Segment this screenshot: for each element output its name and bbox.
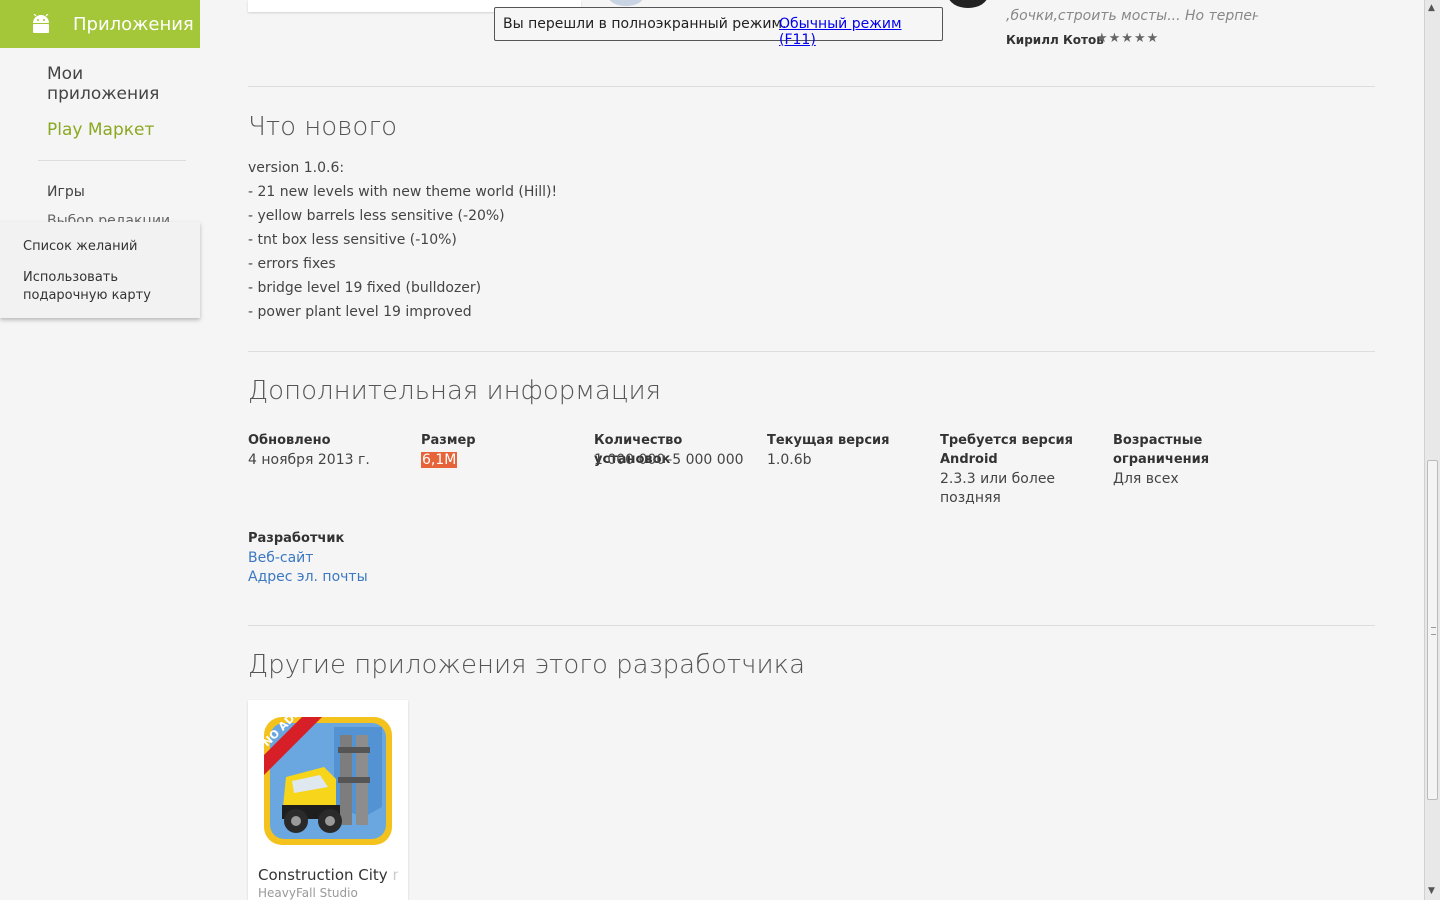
- menu-item-redeem-gift-card[interactable]: Использовать подарочную карту: [23, 269, 183, 305]
- app-card-title-text: Construction City: [258, 866, 388, 884]
- sidebar-nav: Мои приложения Play Маркет Игры Выбор ре…: [0, 48, 200, 228]
- scroll-up-arrow-icon[interactable]: ▲: [1428, 3, 1435, 13]
- content-rating-label: Возрастные ограничения: [1113, 433, 1210, 467]
- developer-label: Разработчик: [248, 531, 345, 546]
- size-value-text: 6,1M: [421, 452, 458, 468]
- requires-android-value: 2.3.3 или более поздняя: [940, 471, 1056, 506]
- whats-new-line: - 21 new levels with new theme world (Hi…: [248, 184, 558, 200]
- updated-value: 4 ноября 2013 г.: [248, 452, 370, 468]
- sidebar-header-apps[interactable]: Приложения: [0, 0, 200, 48]
- developer-website-link[interactable]: Веб-сайт: [248, 550, 313, 566]
- sidebar-dropdown-menu: Список желаний Использовать подарочную к…: [0, 222, 200, 318]
- sidebar-header-title: Приложения: [73, 14, 194, 35]
- app-card-developer[interactable]: HeavyFall Studio: [258, 886, 358, 900]
- whats-new-line: - power plant level 19 improved: [248, 304, 472, 320]
- app-card[interactable]: NO ADS Construction City no HeavyFall St…: [248, 700, 408, 900]
- avatar: [608, 0, 644, 6]
- reviewer-avatar: [948, 0, 988, 8]
- developer-email-link[interactable]: Адрес эл. почты: [248, 569, 368, 585]
- app-icon-forklift: [264, 717, 392, 845]
- scroll-grip-icon: [1431, 627, 1436, 635]
- whats-new-title: Что нового: [248, 112, 397, 142]
- whats-new-line: - errors fixes: [248, 256, 336, 272]
- sidebar-item-my-apps[interactable]: Мои приложения: [47, 64, 187, 104]
- vertical-scrollbar[interactable]: ▲ ▼: [1424, 0, 1440, 900]
- exit-fullscreen-link[interactable]: Обычный режим (F11): [779, 16, 942, 48]
- app-card-title-faded: no: [392, 866, 398, 884]
- app-card-title[interactable]: Construction City no: [258, 866, 398, 884]
- sidebar-divider: [38, 160, 186, 161]
- whats-new-line: - yellow barrels less sensitive (-20%): [248, 208, 505, 224]
- review-text: ,бочки,строить мосты... Но терпение: [1006, 8, 1258, 24]
- scroll-down-arrow-icon[interactable]: ▼: [1428, 886, 1435, 896]
- section-divider: [248, 351, 1375, 352]
- fullscreen-notice-message: Вы перешли в полноэкранный режим.: [503, 16, 787, 32]
- sidebar-item-games[interactable]: Игры: [47, 184, 85, 200]
- content-rating-value: Для всех: [1113, 471, 1179, 487]
- size-label: Размер: [421, 433, 476, 448]
- fullscreen-notice: Вы перешли в полноэкранный режим. Обычны…: [494, 7, 943, 48]
- current-version-value: 1.0.6b: [767, 452, 812, 468]
- scrollbar-thumb[interactable]: [1427, 460, 1438, 800]
- menu-item-wishlist[interactable]: Список желаний: [23, 239, 138, 254]
- section-divider: [248, 86, 1375, 87]
- review-rating-stars: ★★★★★: [1096, 31, 1160, 46]
- whats-new-line: version 1.0.6:: [248, 160, 345, 176]
- size-value: 6,1M: [421, 451, 581, 470]
- additional-info-title: Дополнительная информация: [248, 376, 662, 406]
- android-icon: [33, 14, 49, 33]
- review-author[interactable]: Кирилл Котов: [1006, 33, 1104, 47]
- other-apps-title: Другие приложения этого разработчика: [248, 650, 806, 680]
- whats-new-line: - bridge level 19 fixed (bulldozer): [248, 280, 482, 296]
- installs-value: 1 000 000–5 000 000: [594, 452, 744, 468]
- updated-label: Обновлено: [248, 433, 331, 448]
- requires-android-label: Требуется версия Android: [940, 433, 1073, 467]
- current-version-label: Текущая версия: [767, 433, 890, 448]
- sidebar: Приложения Мои приложения Play Маркет Иг…: [0, 0, 200, 900]
- section-divider: [248, 625, 1375, 626]
- sidebar-item-play-market[interactable]: Play Маркет: [47, 120, 154, 140]
- whats-new-line: - tnt box less sensitive (-10%): [248, 232, 457, 248]
